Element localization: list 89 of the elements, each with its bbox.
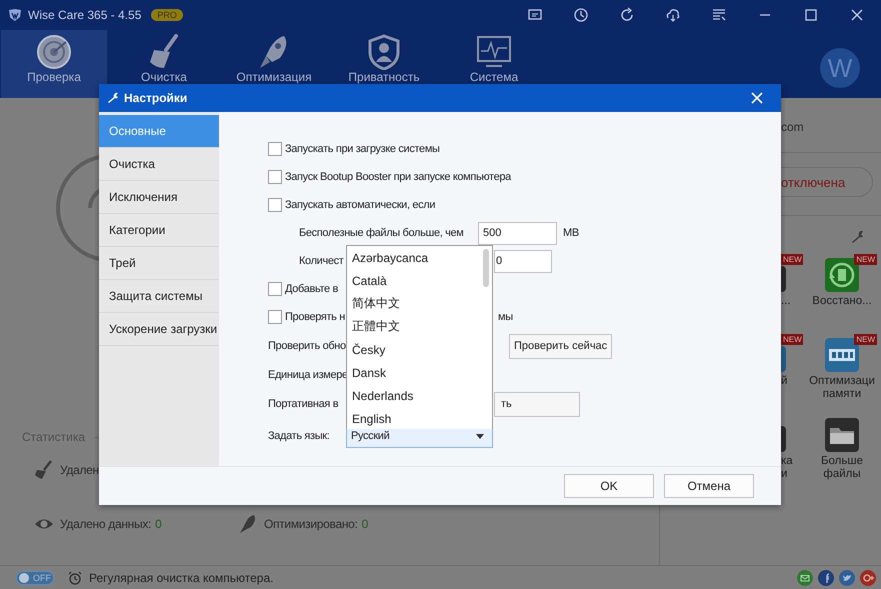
stat-label: Удален: [60, 463, 99, 477]
sidebar-item[interactable]: Исключения: [99, 181, 219, 214]
checkbox[interactable]: [268, 142, 282, 156]
cloud-icon[interactable]: [665, 7, 681, 23]
scrollbar-thumb[interactable]: [483, 249, 489, 287]
new-badge: NEW: [854, 334, 877, 345]
caret-icon: [476, 434, 484, 438]
stat-value: 0: [362, 517, 368, 531]
nav-tab[interactable]: Приватность: [331, 30, 437, 98]
wrench-icon: [107, 92, 119, 104]
status-text: Регулярная очистка компьютера.: [89, 570, 274, 584]
alarm-clock-icon: [68, 570, 82, 584]
language-option[interactable]: Dansk: [347, 361, 482, 384]
unit-label: MB: [563, 227, 579, 239]
tool-label: Восстано...: [811, 295, 873, 308]
tool-tile[interactable]: [825, 338, 859, 372]
app-logo-icon: [8, 8, 22, 22]
maximize-icon[interactable]: [803, 7, 819, 23]
monitor-pulse-icon: [476, 34, 512, 70]
nav-tab[interactable]: Оптимизация: [221, 30, 327, 98]
stat-value: 0: [155, 517, 162, 531]
setting-label: Единица измере: [268, 369, 348, 381]
facebook-icon[interactable]: [818, 570, 834, 586]
new-badge: NEW: [781, 254, 803, 265]
tool-tile[interactable]: [781, 346, 786, 372]
tool-label: ...: [781, 295, 792, 308]
action-button[interactable]: ть: [494, 392, 580, 416]
nav-tab[interactable]: Проверка: [1, 30, 107, 98]
setting-label: Проверить обно: [268, 340, 346, 352]
tool-label: Оптимизаци памяти: [808, 375, 876, 401]
new-badge: NEW: [781, 334, 803, 345]
twitter-icon[interactable]: [839, 570, 855, 586]
google-plus-icon[interactable]: [860, 570, 876, 586]
checkbox-label: Запускать при загрузке системы: [285, 143, 440, 155]
mail-icon[interactable]: [797, 570, 813, 586]
dialog-button[interactable]: OK: [564, 474, 654, 498]
language-option[interactable]: Česky: [347, 338, 482, 361]
input-field[interactable]: 0: [494, 250, 552, 272]
stat-label: Удалено данных:: [60, 517, 152, 531]
close-icon[interactable]: [750, 91, 764, 105]
sidebar-item[interactable]: Ускорение загрузки: [99, 313, 219, 346]
tool-tile[interactable]: [825, 418, 859, 452]
checkbox[interactable]: [268, 310, 282, 324]
list-menu-icon[interactable]: [711, 7, 727, 23]
dialog-title: Настройки: [124, 91, 188, 105]
checkbox[interactable]: [268, 170, 282, 184]
pro-badge: PRO: [151, 9, 183, 21]
tool-label: Больше файлы: [820, 455, 864, 481]
stat-label: Оптимизировано:: [264, 517, 358, 531]
language-option[interactable]: 正體中文: [347, 315, 482, 338]
checkbox-label: Запуск Bootup Booster при запуске компьютера: [285, 171, 511, 183]
check-now-button[interactable]: Проверить сейчас: [509, 334, 612, 358]
checkbox[interactable]: [268, 282, 282, 296]
sidebar-item[interactable]: Защита системы: [99, 280, 219, 313]
tool-label: й: [781, 375, 788, 388]
tool-tile[interactable]: [781, 266, 786, 292]
field-label: Бесполезные файлы больше, чем: [299, 227, 464, 239]
field-label: Количест: [299, 255, 344, 267]
setting-label: Портативная в: [268, 398, 338, 410]
setting-label: Задать язык:: [268, 430, 330, 442]
checkbox[interactable]: [268, 198, 282, 212]
checkbox-label: Добавьте в: [285, 283, 338, 295]
checkbox-label: Проверять н: [285, 311, 345, 323]
sidebar-item[interactable]: Трей: [99, 247, 219, 280]
new-badge: NEW: [854, 254, 877, 265]
language-option[interactable]: Català: [347, 269, 482, 292]
language-option[interactable]: Nederlands: [347, 384, 482, 407]
website-link[interactable]: com: [781, 120, 881, 136]
checkbox-label: Запускать автоматически, если: [285, 199, 436, 211]
broom-icon: [34, 460, 54, 480]
shield-icon: [366, 34, 402, 70]
language-option[interactable]: Azərbaycanca: [347, 246, 482, 269]
window-title: Wise Care 365 - 4.55: [28, 8, 142, 22]
rocket-icon: [238, 514, 258, 534]
sidebar-item[interactable]: Категории: [99, 214, 219, 247]
history-icon[interactable]: [573, 7, 589, 23]
input-field[interactable]: 500: [478, 222, 557, 244]
close-icon[interactable]: [849, 7, 865, 23]
dialog-button[interactable]: Отмена: [664, 474, 754, 498]
tool-label: ка и: [781, 455, 794, 481]
refresh-icon[interactable]: [619, 7, 635, 23]
wrench-icon[interactable]: [851, 230, 865, 244]
radar-icon: [36, 34, 72, 70]
tool-tile[interactable]: [781, 426, 786, 452]
tool-tile[interactable]: [825, 258, 859, 292]
language-option[interactable]: 简体中文: [347, 292, 482, 315]
sidebar-item[interactable]: Очистка: [99, 148, 219, 181]
nav-tab[interactable]: Система: [441, 30, 547, 98]
checkbox-label: мы: [498, 311, 513, 323]
